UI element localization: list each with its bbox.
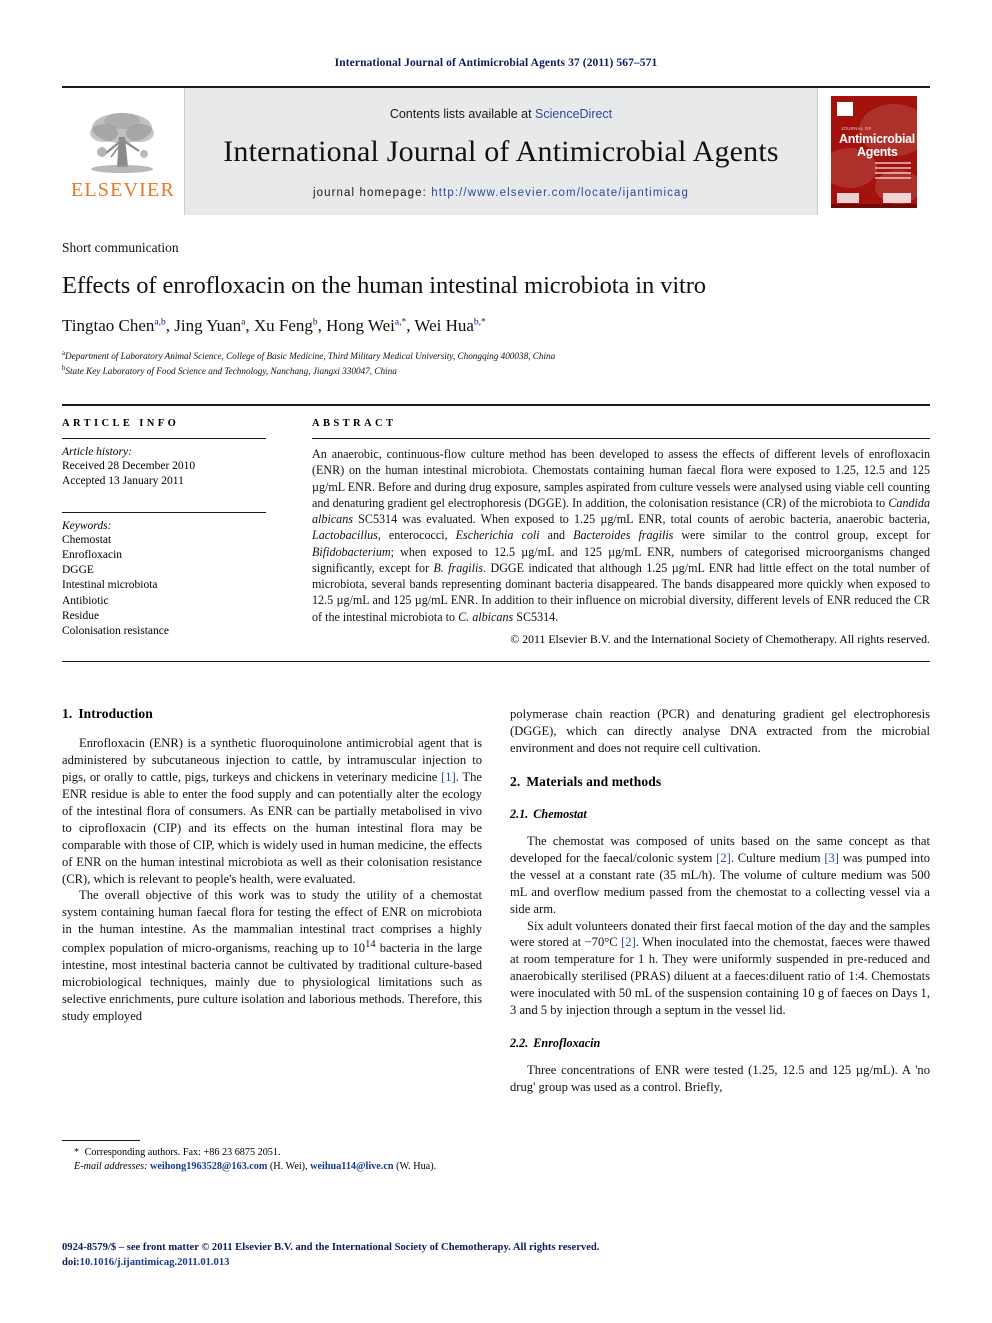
homepage-label: journal homepage: (312, 186, 432, 199)
keyword-item: Colonisation resistance (62, 625, 169, 638)
affiliation-b: bState Key Laboratory of Food Science an… (62, 364, 930, 378)
doi-label: doi: (62, 1257, 80, 1269)
doi-link[interactable]: 10.1016/j.ijantimicag.2011.01.013 (80, 1257, 230, 1268)
journal-cover-thumbnail: JOURNAL OF Antimicrobial Agents (818, 88, 930, 215)
cover-bottom-bar (831, 203, 917, 208)
page-title: Effects of enrofloxacin on the human int… (62, 272, 706, 299)
elsevier-wordmark: ELSEVIER (70, 179, 176, 201)
article-history-label: Article history: (62, 446, 132, 458)
abstract-copyright: © 2011 Elsevier B.V. and the Internation… (510, 631, 930, 646)
affiliation-a: aDepartment of Laboratory Animal Science… (62, 349, 930, 363)
abstract-body: An anaerobic, continuous-flow culture me… (312, 447, 930, 624)
paragraph: The overall objective of this work was t… (62, 888, 482, 1024)
journal-title: International Journal of Antimicrobial A… (223, 134, 779, 168)
email-addresses-label: E-mail addresses: (74, 1161, 148, 1173)
heading-introduction-number: 1. (62, 706, 73, 721)
affiliation-text-a: Department of Laboratory Animal Science,… (65, 351, 556, 362)
paragraph: Three concentrations of ENR were tested … (510, 1063, 930, 1095)
elsevier-logo: ELSEVIER (62, 88, 184, 215)
article-history-received: Received 28 December 2010 (62, 460, 196, 472)
heading-materials-and-methods: 2. Materials and methods (510, 774, 930, 790)
abstract-column: ABSTRACT An anaerobic, continuous-flow c… (288, 418, 930, 647)
article-history-accepted: Accepted 13 January 2011 (62, 475, 184, 488)
heading-introduction: 1. Introduction (62, 706, 482, 722)
contents-prefix: Contents lists available at (389, 106, 536, 121)
email-addresses-values[interactable]: weihong1963528@163.com (H. Wei), weihua1… (150, 1161, 436, 1172)
footnote-rule (62, 1140, 140, 1141)
running-head: International Journal of Antimicrobial A… (334, 57, 658, 69)
journal-masthead: ELSEVIER Contents lists available at Sci… (62, 86, 930, 216)
author-list: Tingtao Chena,b, Jing Yuana, Xu Fengb, H… (62, 316, 486, 336)
abstract-heading: ABSTRACT (312, 418, 397, 429)
heading-introduction-text: Introduction (78, 706, 153, 721)
imprint-doi-line: doi:10.1016/j.ijantimicag.2011.01.013 (62, 1255, 930, 1270)
paragraph: The chemostat was composed of units base… (510, 833, 930, 916)
heading-enrofloxacin-number: 2.2. (510, 1036, 529, 1051)
journal-homepage-line: journal homepage: http://www.elsevier.co… (313, 187, 689, 199)
imprint-frontmatter: 0924-8579/$ – see front matter © 2011 El… (62, 1242, 600, 1253)
email-addresses-note: E-mail addresses: weihong1963528@163.com… (62, 1160, 482, 1174)
keyword-item: Residue (62, 609, 100, 622)
heading-materials-text: Materials and methods (526, 773, 662, 789)
abstract-rule (312, 438, 930, 439)
cover-title-line1: Antimicrobial (839, 131, 915, 146)
journal-article-page: International Journal of Antimicrobial A… (0, 0, 992, 1323)
article-info-column: ARTICLE INFO Article history: Received 2… (62, 418, 288, 647)
heading-materials-number: 2. (510, 773, 521, 789)
cover-title-line2: Agents (857, 144, 898, 159)
body-column-right: polymerase chain reaction (PCR) and dena… (510, 706, 930, 1136)
paragraph-continuation: polymerase chain reaction (PCR) and dena… (510, 707, 930, 755)
article-header: Short communication Effects of enrofloxa… (62, 240, 930, 378)
imprint-block: 0924-8579/$ – see front matter © 2011 El… (62, 1240, 930, 1271)
keyword-item: Chemostat (62, 533, 112, 546)
keywords-rule (62, 511, 266, 513)
keyword-item: Intestinal microbiota (62, 579, 158, 592)
article-info-heading: ARTICLE INFO (62, 418, 180, 429)
affiliation-text-b: State Key Laboratory of Food Science and… (65, 365, 397, 376)
heading-chemostat-text: Chemostat (533, 806, 587, 821)
corresponding-author-note: * Corresponding authors. Fax: +86 23 687… (74, 1147, 281, 1158)
keyword-item: Antibiotic (62, 594, 109, 607)
article-info-abstract-band: ARTICLE INFO Article history: Received 2… (62, 404, 930, 662)
keyword-item: DGGE (62, 564, 94, 577)
elsevier-tree-icon (90, 113, 154, 173)
body-column-left: 1. Introduction Enrofloxacin (ENR) is a s… (62, 706, 482, 1136)
cover-footer-marks (837, 191, 911, 203)
heading-enrofloxacin-text: Enrofloxacin (533, 1036, 601, 1051)
cover-kicker: JOURNAL OF (841, 125, 872, 131)
body-columns: 1. Introduction Enrofloxacin (ENR) is a s… (62, 706, 930, 1136)
paragraph: Six adult volunteers donated their first… (510, 918, 930, 1018)
heading-chemostat: 2.1. Chemostat (510, 807, 930, 822)
article-info-rule (62, 438, 266, 439)
heading-chemostat-number: 2.1. (510, 806, 529, 821)
sciencedirect-link[interactable]: ScienceDirect (535, 107, 612, 121)
cover-publisher-mark (837, 101, 853, 116)
article-type-label: Short communication (62, 240, 179, 255)
contents-available-line: Contents lists available at ScienceDirec… (390, 107, 612, 121)
footnote-block: * Corresponding authors. Fax: +86 23 687… (62, 1140, 482, 1175)
heading-enrofloxacin: 2.2. Enrofloxacin (510, 1036, 930, 1051)
masthead-center: Contents lists available at ScienceDirec… (184, 88, 818, 215)
keywords-label: Keywords: (62, 519, 112, 532)
cover-artwork: JOURNAL OF Antimicrobial Agents (831, 95, 917, 208)
cover-text-lines (875, 161, 911, 182)
keywords-block: Keywords: Chemostat Enrofloxacin DGGE In… (62, 511, 266, 640)
homepage-url-link[interactable]: http://www.elsevier.com/locate/ijantimic… (431, 187, 689, 199)
keyword-item: Enrofloxacin (62, 548, 123, 561)
paragraph: Enrofloxacin (ENR) is a synthetic fluoro… (62, 736, 482, 886)
